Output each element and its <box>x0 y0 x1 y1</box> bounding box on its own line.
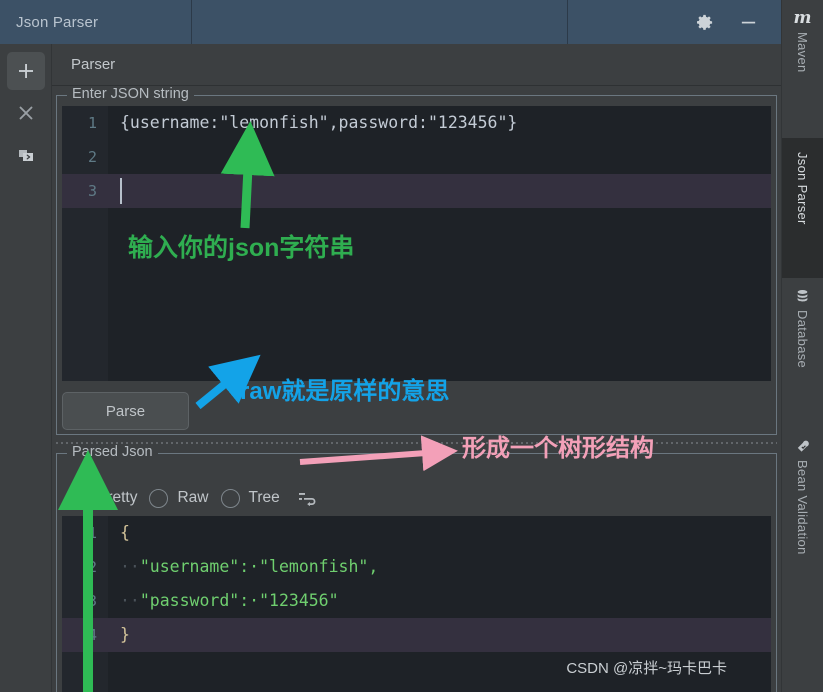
indent-dots: ·· <box>120 591 140 610</box>
radio-tree[interactable]: Tree <box>220 488 280 508</box>
window-title: Json Parser <box>0 0 192 44</box>
app-window: Json Parser m Maven Json Parser Database <box>0 0 823 692</box>
window-title-bar: Json Parser <box>0 0 781 44</box>
remove-button[interactable] <box>7 94 45 132</box>
output-gutter-highlight <box>62 618 108 652</box>
indent-dots: ·· <box>120 557 140 576</box>
annotation-raw-hint: raw就是原样的意思 <box>240 378 450 405</box>
title-bar-spacer <box>192 0 568 44</box>
input-line-number: 3 <box>87 182 97 200</box>
right-tool-window-bar: m Maven Json Parser Database Bean Valida… <box>781 0 823 692</box>
output-code-line: ··"username":·"lemonfish", <box>108 550 771 584</box>
text-caret <box>120 178 122 204</box>
tool-tab-json-parser[interactable]: Json Parser <box>782 138 823 278</box>
input-gutter-highlight <box>62 174 108 208</box>
output-code-text: "password":·"123456" <box>139 591 339 610</box>
radio-tree-dot <box>220 488 240 508</box>
output-gutter: 1 2 3 4 <box>62 516 108 692</box>
output-format-radio-group: Pretty Raw Tree <box>69 483 320 513</box>
output-line-number: 3 <box>87 592 97 610</box>
parsed-json-title: Parsed Json <box>67 444 158 461</box>
output-code-line: { <box>120 523 130 542</box>
output-code-line: ··"password":·"123456" <box>108 584 771 618</box>
input-code-line <box>108 140 771 174</box>
input-line-number: 2 <box>87 148 97 166</box>
input-code-line: {username:"lemonfish",password:"123456"} <box>120 113 518 132</box>
window-controls <box>568 0 781 44</box>
parse-button[interactable]: Parse <box>62 392 189 430</box>
watermark: CSDN @凉拌~玛卡巴卡 <box>566 660 727 677</box>
annotation-input-hint: 输入你的json字符串 <box>128 234 355 262</box>
radio-pretty[interactable]: Pretty <box>69 488 138 508</box>
output-line-number: 2 <box>87 558 97 576</box>
radio-pretty-label: Pretty <box>97 489 138 506</box>
output-line-number: 1 <box>87 524 97 542</box>
radio-raw-label: Raw <box>177 489 209 506</box>
gear-icon[interactable] <box>693 11 715 33</box>
radio-raw[interactable]: Raw <box>149 488 209 508</box>
add-button[interactable] <box>6 52 45 90</box>
radio-raw-dot <box>149 488 169 508</box>
minimize-icon[interactable] <box>737 11 759 33</box>
output-code-line: } <box>120 625 130 644</box>
tool-tab-json-parser-label: Json Parser <box>795 152 810 225</box>
tool-tab-database-label: Database <box>795 310 810 369</box>
tool-tab-bean-validation-label: Bean Validation <box>795 460 810 555</box>
left-action-bar <box>0 44 52 692</box>
radio-tree-label: Tree <box>248 489 280 506</box>
tool-tab-maven-label: Maven <box>795 32 810 73</box>
annotation-tree-hint: 形成一个树形结构 <box>462 435 654 462</box>
parser-tab[interactable]: Parser <box>52 44 781 86</box>
radio-pretty-dot <box>69 488 88 508</box>
tool-tab-database[interactable]: Database <box>782 278 823 428</box>
wrap-text-icon[interactable] <box>298 489 320 507</box>
maven-icon: m <box>793 7 812 28</box>
parser-tab-label: Parser <box>71 56 116 73</box>
input-line-number: 1 <box>87 114 97 132</box>
parse-button-label: Parse <box>105 402 146 420</box>
bean-validation-icon <box>795 438 811 454</box>
output-code-text: "username":·"lemonfish", <box>139 557 379 576</box>
panel-splitter[interactable] <box>56 440 777 446</box>
enter-json-string-title: Enter JSON string <box>67 86 194 103</box>
window-title-label: Json Parser <box>16 13 99 31</box>
database-icon <box>795 288 811 304</box>
output-line-number: 4 <box>87 626 97 644</box>
tool-tab-bean-validation[interactable]: Bean Validation <box>782 428 823 618</box>
main-content: Parser Enter JSON string 1 2 3 {username… <box>52 44 781 692</box>
tool-tab-maven[interactable]: m Maven <box>782 0 823 138</box>
input-code-line <box>108 174 771 208</box>
copy-to-button[interactable] <box>7 136 45 174</box>
input-gutter: 1 2 3 <box>62 106 108 381</box>
